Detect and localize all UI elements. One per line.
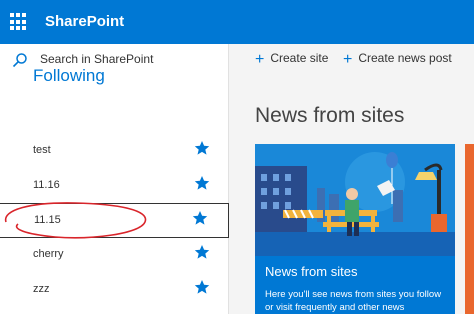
create-site-label: Create site: [270, 51, 329, 65]
following-item-label: test: [33, 144, 51, 156]
following-item-zzz[interactable]: zzz: [0, 273, 228, 308]
create-news-post-button[interactable]: + Create news post: [343, 51, 452, 69]
create-site-button[interactable]: + Create site: [255, 51, 328, 69]
suite-bar: SharePoint: [0, 0, 474, 44]
following-item-label: 11.16: [33, 179, 60, 191]
star-filled-icon[interactable]: [194, 279, 210, 295]
plus-icon: +: [255, 51, 265, 68]
news-card-body: News from sites Here you'll see news fro…: [255, 256, 455, 314]
following-heading: Following: [33, 66, 105, 85]
next-news-card-edge[interactable]: [465, 144, 474, 314]
star-filled-icon[interactable]: [194, 140, 210, 156]
star-filled-icon[interactable]: [192, 210, 208, 226]
following-item-cherry[interactable]: cherry: [0, 238, 228, 273]
news-section-title: News from sites: [255, 104, 405, 127]
following-item-11-15[interactable]: 11.15: [0, 203, 229, 238]
following-item-test[interactable]: test: [0, 134, 228, 169]
news-card-description: Here you'll see news from sites you foll…: [265, 289, 442, 313]
app-title[interactable]: SharePoint: [45, 13, 124, 30]
following-item-label: zzz: [33, 283, 50, 295]
app-launcher-icon[interactable]: [10, 13, 28, 31]
search-icon: [12, 53, 27, 68]
following-item-label: cherry: [33, 248, 64, 260]
following-item-11-16[interactable]: 11.16: [0, 169, 228, 204]
news-card-heading: News from sites: [265, 264, 358, 279]
command-bar: + Create site + Create news post: [229, 44, 474, 76]
star-filled-icon[interactable]: [194, 175, 210, 191]
search-input[interactable]: Search in SharePoint: [40, 52, 153, 66]
create-news-label: Create news post: [358, 51, 452, 65]
plus-icon: +: [343, 51, 353, 68]
following-item-label: 11.15: [34, 214, 61, 226]
news-illustration: [255, 144, 455, 256]
news-card[interactable]: News from sites Here you'll see news fro…: [255, 144, 455, 314]
star-filled-icon[interactable]: [194, 244, 210, 260]
